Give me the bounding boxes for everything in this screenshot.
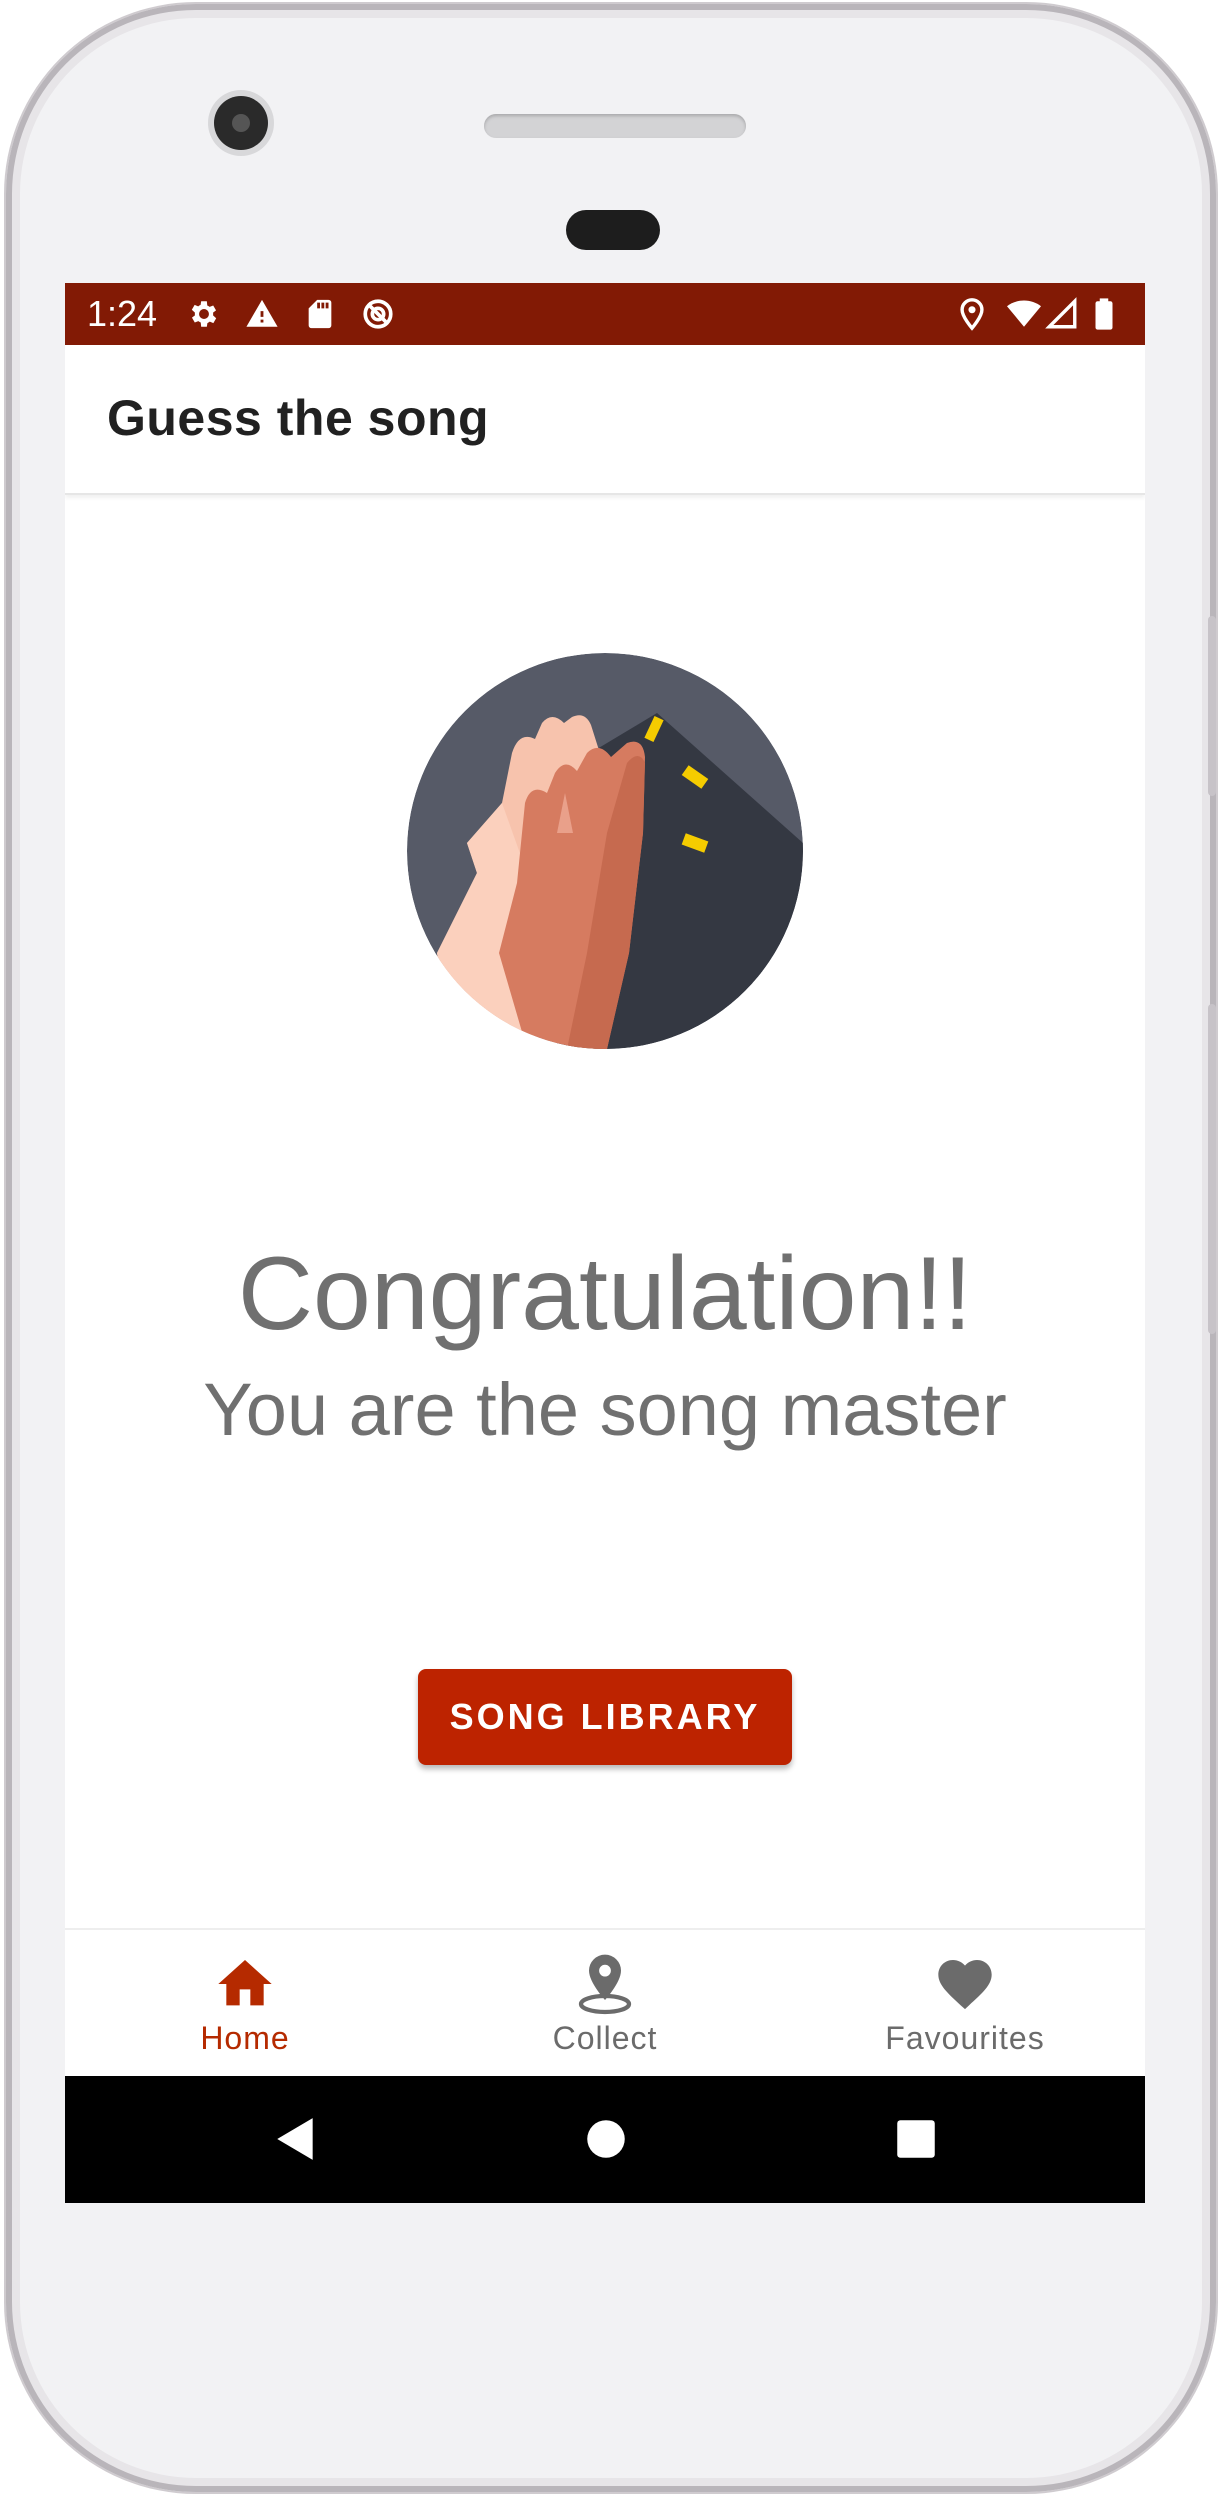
volume-button (1208, 1004, 1216, 1334)
wifi-icon (1007, 300, 1041, 327)
song-master-subtitle: You are the song master (203, 1368, 1007, 1451)
recents-icon[interactable] (891, 2114, 941, 2164)
bottom-navigation: Home Collect Favourites (65, 1928, 1145, 2078)
high-five-hands-icon (407, 653, 803, 1049)
status-time: 1:24 (87, 293, 158, 334)
heart-icon (938, 1960, 992, 2010)
song-library-button[interactable]: SONG LIBRARY (418, 1669, 792, 1765)
earpiece-speaker (484, 114, 746, 138)
home-circle-icon[interactable] (581, 2114, 631, 2164)
device-screen: 1:24 Guess the song Congratulation!! You… (65, 283, 1145, 2203)
congratulation-heading: Congratulation!! (237, 1236, 973, 1352)
sd-card-icon (308, 299, 332, 329)
map-pin-icon (578, 1954, 632, 2015)
nav-item-collect[interactable]: Collect (455, 1930, 755, 2078)
status-bar: 1:24 (65, 283, 1145, 345)
sync-off-icon (363, 299, 393, 329)
nav-item-home[interactable]: Home (95, 1930, 395, 2078)
location-pin-icon (960, 298, 984, 331)
battery-icon (1095, 298, 1113, 330)
front-camera (214, 96, 268, 150)
nav-label-favourites: Favourites (885, 2020, 1045, 2056)
warning-icon (246, 299, 278, 327)
system-navigation-bar (65, 2076, 1145, 2203)
gear-icon (191, 301, 217, 327)
power-button (1208, 616, 1216, 796)
back-icon[interactable] (271, 2114, 321, 2164)
nav-label-collect: Collect (552, 2020, 658, 2056)
signal-icon (1045, 297, 1077, 329)
nav-item-favourites[interactable]: Favourites (815, 1930, 1115, 2078)
nav-label-home: Home (200, 2020, 290, 2056)
app-title: Guess the song (107, 390, 490, 446)
app-bar: Guess the song (65, 345, 1145, 495)
home-icon (218, 1960, 272, 2006)
proximity-sensor (566, 210, 660, 250)
